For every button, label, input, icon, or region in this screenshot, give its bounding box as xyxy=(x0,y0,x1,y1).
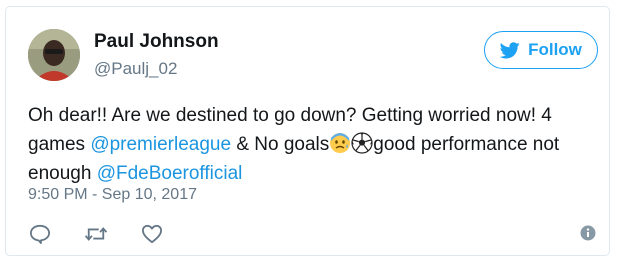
tweet-actions xyxy=(28,223,164,245)
mention-premierleague[interactable]: @premierleague xyxy=(90,134,231,155)
mention-fdeboerofficial[interactable]: @FdeBoerofficial xyxy=(97,163,243,184)
author-name[interactable]: Paul Johnson xyxy=(94,31,219,53)
tweet-timestamp[interactable]: 9:50 PM - Sep 10, 2017 xyxy=(28,186,197,204)
tweet-text: Oh dear!! Are we destined to go down? Ge… xyxy=(28,101,603,188)
follow-label: Follow xyxy=(528,40,582,59)
tweet-text-part: & No goals xyxy=(231,134,330,155)
tweet-card: Paul Johnson @Paulj_02 Follow Oh dear!! … xyxy=(5,6,610,256)
worried-face-emoji xyxy=(330,133,351,153)
follow-button[interactable]: Follow xyxy=(484,31,598,69)
soccer-ball-emoji xyxy=(351,132,373,154)
heart-icon[interactable] xyxy=(140,223,164,245)
avatar[interactable] xyxy=(28,29,80,81)
retweet-icon[interactable] xyxy=(84,223,108,245)
author-handle[interactable]: @Paulj_02 xyxy=(94,59,177,79)
info-icon[interactable] xyxy=(580,225,598,243)
twitter-bird-icon xyxy=(500,41,520,58)
reply-icon[interactable] xyxy=(28,223,52,245)
